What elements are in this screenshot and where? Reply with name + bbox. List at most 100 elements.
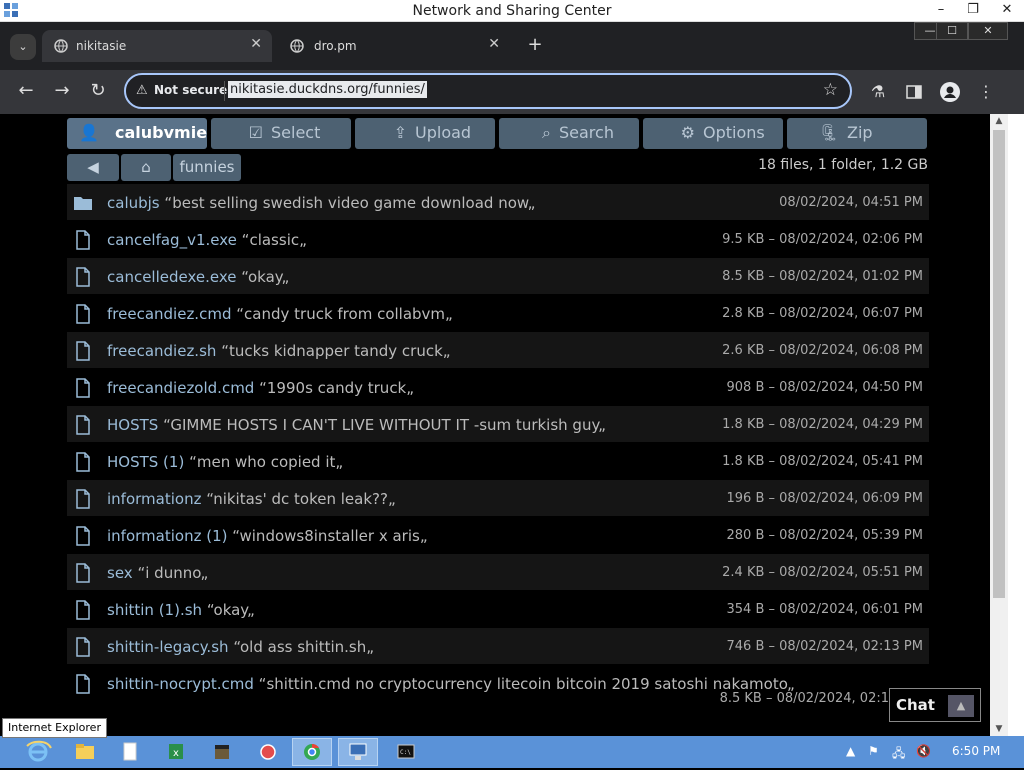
bookmark-star-icon[interactable]: ☆ — [823, 80, 838, 100]
file-row[interactable]: cancelfag_v1.exe “classic„ 9.5 KB – 08/02… — [67, 221, 929, 258]
cmd-icon[interactable]: C:\ — [386, 738, 426, 766]
file-row[interactable]: shittin-legacy.sh “old ass shittin.sh„ 74… — [67, 628, 929, 665]
show-hidden-icons-arrow[interactable]: ▲ — [846, 744, 855, 758]
notepad-icon[interactable] — [110, 738, 150, 766]
file-name-link[interactable]: freecandiez.cmd — [107, 305, 231, 323]
file-entry-text: calubjs “best selling swedish video game… — [107, 194, 535, 212]
file-row[interactable]: sex “i dunno„ 2.4 KB – 08/02/2024, 05:51 … — [67, 554, 929, 591]
package-icon[interactable] — [202, 738, 242, 766]
taskbar: x C:\ ▲ ⚑ 🖧 🔇 6:50 PM — [0, 736, 1024, 768]
file-name-link[interactable]: shittin-nocrypt.cmd — [107, 675, 254, 693]
file-name-link[interactable]: freecandiezold.cmd — [107, 379, 254, 397]
clock[interactable]: 6:50 PM — [952, 744, 1000, 758]
scroll-down-arrow-icon[interactable]: ▼ — [990, 724, 1008, 734]
file-name-link[interactable]: shittin (1).sh — [107, 601, 202, 619]
file-row[interactable]: shittin (1).sh “okay„ 354 B – 08/02/2024,… — [67, 591, 929, 628]
file-row[interactable]: HOSTS (1) “men who copied it„ 1.8 KB – 08… — [67, 443, 929, 480]
scroll-up-arrow-icon[interactable]: ▲ — [990, 116, 1008, 126]
tab-label: nikitasie — [76, 39, 127, 53]
explorer-icon[interactable] — [64, 738, 104, 766]
zip-button[interactable]: 🗜 Zip — [787, 118, 927, 149]
file-row[interactable]: freecandiez.sh “tucks kidnapper tandy cr… — [67, 332, 929, 369]
tab-close-button[interactable]: ✕ — [488, 36, 500, 52]
user-button[interactable]: 👤 calubvmie — [67, 118, 207, 149]
file-name-link[interactable]: shittin-legacy.sh — [107, 638, 229, 656]
file-name-link[interactable]: HOSTS (1) — [107, 453, 184, 471]
volume-muted-icon[interactable]: 🔇 — [916, 744, 931, 758]
file-name-link[interactable]: calubjs — [107, 194, 160, 212]
file-row[interactable]: freecandiezold.cmd “1990s candy truck„ 90… — [67, 369, 929, 406]
chat-expand-button[interactable]: ▲ — [948, 695, 974, 717]
file-entry-text: HOSTS “GIMME HOSTS I CAN'T LIVE WITHOUT … — [107, 416, 606, 434]
chat-widget[interactable]: Chat ▲ — [889, 688, 981, 722]
description-text: old ass shittin.sh — [240, 638, 367, 656]
file-row[interactable]: freecandiez.cmd “candy truck from collab… — [67, 295, 929, 332]
file-meta: 908 B – 08/02/2024, 04:50 PM — [726, 380, 923, 395]
file-name-link[interactable]: cancelledexe.exe — [107, 268, 237, 286]
upload-label: Upload — [415, 123, 472, 142]
action-center-flag-icon[interactable]: ⚑ — [868, 744, 879, 758]
close-quote: „ — [366, 638, 375, 656]
upload-button[interactable]: ⇪ Upload — [355, 118, 495, 149]
home-icon: ⌂ — [141, 158, 151, 176]
labs-flask-icon[interactable]: ⚗ — [866, 80, 890, 104]
open-quote: “ — [206, 601, 214, 619]
new-tab-button[interactable]: + — [524, 34, 546, 55]
tab-close-button[interactable]: ✕ — [250, 36, 262, 52]
file-name-link[interactable]: cancelfag_v1.exe — [107, 231, 237, 249]
tab-search-button[interactable]: ⌄ — [10, 34, 36, 60]
file-row[interactable]: informationz “nikitas' dc token leak??„ 1… — [67, 480, 929, 517]
file-name-link[interactable]: informationz (1) — [107, 527, 227, 545]
gear-icon: ⚙ — [680, 123, 695, 142]
window-restore-button[interactable]: ❐ — [958, 0, 988, 22]
profile-icon[interactable] — [938, 80, 962, 104]
back-button[interactable]: ← — [14, 80, 38, 104]
select-button[interactable]: ☑ Select — [211, 118, 351, 149]
browser-close-button[interactable]: ✕ — [968, 22, 1008, 40]
file-name-link[interactable]: HOSTS — [107, 416, 158, 434]
warning-icon[interactable]: ⚠ — [136, 83, 148, 98]
window-close-button[interactable]: ✕ — [992, 0, 1022, 22]
file-row[interactable]: shittin-nocrypt.cmd “shittin.cmd no cryp… — [67, 665, 929, 711]
home-button[interactable]: ⌂ — [121, 154, 171, 181]
excel-icon[interactable]: x — [156, 738, 196, 766]
file-row[interactable]: cancelledexe.exe “okay„ 8.5 KB – 08/02/20… — [67, 258, 929, 295]
breadcrumb-funnies[interactable]: funnies — [173, 154, 241, 181]
window-minimize-button[interactable]: – — [926, 0, 956, 22]
open-quote: “ — [221, 342, 229, 360]
address-bar[interactable]: ⚠ Not secure nikitasie.duckdns.org/funni… — [124, 73, 852, 109]
chrome-icon[interactable] — [292, 738, 332, 766]
file-name-link[interactable]: freecandiez.sh — [107, 342, 216, 360]
folder-row[interactable]: calubjs “best selling swedish video game… — [67, 184, 929, 221]
side-panel-icon[interactable] — [902, 80, 926, 104]
browser-toolbar: ← → ↻ ⚠ Not secure nikitasie.duckdns.org… — [0, 70, 1024, 114]
app-red-icon[interactable] — [248, 738, 288, 766]
search-button[interactable]: ⌕ Search — [499, 118, 639, 149]
security-status[interactable]: Not secure — [154, 83, 227, 97]
scrollbar-thumb[interactable] — [993, 130, 1005, 598]
file-row[interactable]: HOSTS “GIMME HOSTS I CAN'T LIVE WITHOUT … — [67, 406, 929, 443]
description-text: windows8installer x aris — [239, 527, 420, 545]
tab-dro-pm[interactable]: dro.pm ✕ — [280, 30, 510, 62]
url-text[interactable]: nikitasie.duckdns.org/funnies/ — [228, 81, 427, 98]
file-name-link[interactable]: informationz — [107, 490, 201, 508]
window-title: Network and Sharing Center — [412, 3, 612, 19]
back-arrow-button[interactable]: ◀ — [67, 154, 119, 181]
file-name-link[interactable]: sex — [107, 564, 133, 582]
description-text: tucks kidnapper tandy cruck — [228, 342, 443, 360]
network-tray-icon[interactable]: 🖧 — [892, 744, 905, 765]
reload-button[interactable]: ↻ — [86, 80, 110, 104]
options-button[interactable]: ⚙ Options — [643, 118, 783, 149]
options-label: Options — [703, 123, 765, 142]
network-icon[interactable] — [338, 738, 378, 766]
file-description: “tucks kidnapper tandy cruck„ — [221, 342, 450, 360]
menu-kebab-icon[interactable]: ⋮ — [974, 80, 998, 104]
tab-nikitasie[interactable]: nikitasie ✕ — [42, 30, 272, 62]
vertical-scrollbar[interactable]: ▲ ▼ — [990, 114, 1008, 736]
file-icon — [76, 452, 90, 472]
forward-button[interactable]: → — [50, 80, 74, 104]
ie-icon[interactable] — [18, 738, 58, 766]
file-row[interactable]: informationz (1) “windows8installer x ar… — [67, 517, 929, 554]
page-content: 👤 calubvmie ☑ Select ⇪ Upload ⌕ Search ⚙… — [0, 114, 990, 736]
browser-maximize-button[interactable]: ☐ — [936, 22, 968, 40]
